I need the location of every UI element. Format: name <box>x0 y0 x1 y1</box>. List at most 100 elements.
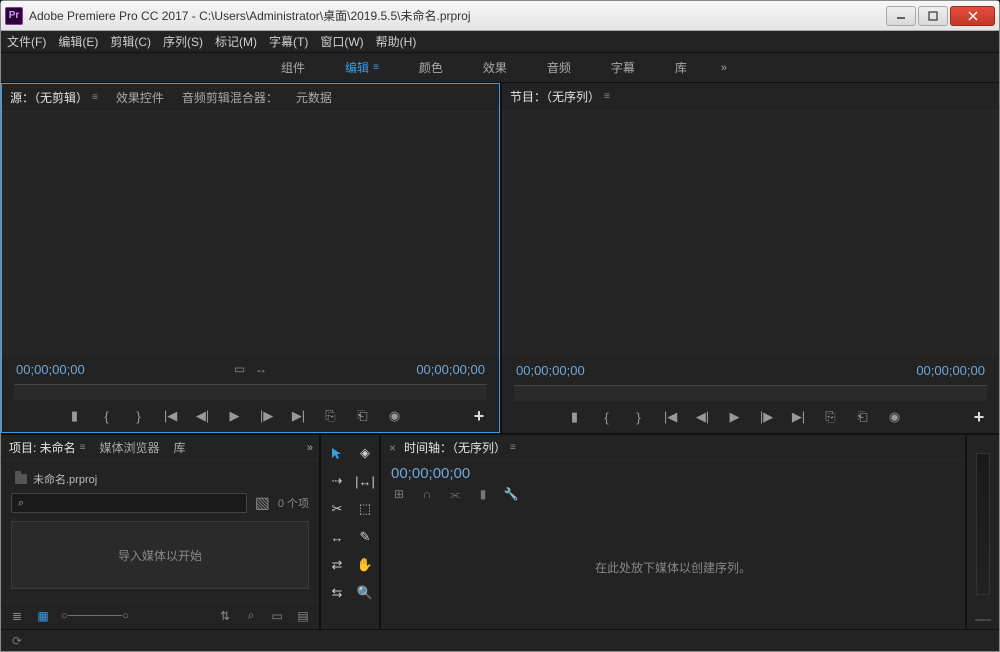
project-search-input[interactable] <box>11 493 247 513</box>
panel-menu-icon[interactable]: ≡ <box>510 442 516 453</box>
marker-tool-icon[interactable]: ▮ <box>475 486 491 502</box>
export-frame-icon[interactable]: ◉ <box>887 409 903 425</box>
sort-icon[interactable]: ⇅ <box>217 608 233 624</box>
tab-effect-controls[interactable]: 效果控件 <box>116 89 164 106</box>
step-fwd-icon[interactable]: |▶ <box>759 409 775 425</box>
snap-icon[interactable]: ∩ <box>419 486 435 502</box>
project-drop-area[interactable]: 导入媒体以开始 <box>11 521 309 589</box>
menu-clip[interactable]: 剪辑(C) <box>110 33 151 50</box>
menu-help[interactable]: 帮助(H) <box>376 33 417 50</box>
ws-subtitle[interactable]: 字幕 <box>605 55 641 80</box>
marker-icon[interactable]: ▮ <box>67 408 83 424</box>
panel-menu-icon[interactable]: ≡ <box>80 442 86 453</box>
rate-stretch-tool-icon[interactable]: ✂ <box>327 499 347 519</box>
menu-subtitle[interactable]: 字幕(T) <box>269 33 308 50</box>
select-zoom-icon[interactable]: ▭ <box>234 362 245 376</box>
in-point-icon[interactable]: { <box>99 408 115 424</box>
ws-editing[interactable]: 编辑≡ <box>339 55 385 80</box>
find-icon[interactable]: ⌕ <box>243 608 259 624</box>
ws-assembly[interactable]: 组件 <box>275 55 311 80</box>
icon-view-icon[interactable]: ▦ <box>35 608 51 624</box>
go-to-in-icon[interactable]: |◀ <box>663 409 679 425</box>
tab-program[interactable]: 节目：（无序列）≡ <box>510 88 610 105</box>
ws-color[interactable]: 颜色 <box>413 55 449 80</box>
overwrite-icon[interactable]: ⎗ <box>355 408 371 424</box>
out-point-icon[interactable]: } <box>631 409 647 425</box>
source-tc-left[interactable]: 00;00;00;00 <box>16 362 85 377</box>
menu-edit[interactable]: 编辑(E) <box>58 33 98 50</box>
rolling-edit-tool-icon[interactable]: |↔| <box>355 471 375 491</box>
menu-marker[interactable]: 标记(M) <box>215 33 257 50</box>
slip-tool-icon[interactable]: ↔ <box>327 527 347 547</box>
extract-icon[interactable]: ⎗ <box>855 409 871 425</box>
sync-icon[interactable]: ⟳ <box>9 633 25 649</box>
razor-tool-icon[interactable]: ⬚ <box>355 499 375 519</box>
selection-tool-icon[interactable] <box>327 443 347 463</box>
source-fit-controls[interactable]: ▭↔ <box>234 362 267 376</box>
step-back-icon[interactable]: ◀| <box>695 409 711 425</box>
ws-overflow-button[interactable]: » <box>721 62 725 74</box>
tab-project[interactable]: 项目: 未命名≡ <box>9 439 86 456</box>
program-tc-right[interactable]: 00;00;00;00 <box>916 363 985 378</box>
tab-audio-mixer[interactable]: 音频剪辑混合器： <box>182 89 278 106</box>
menu-file[interactable]: 文件(F) <box>7 33 46 50</box>
timeline-timecode[interactable]: 00;00;00;00 <box>391 465 955 482</box>
zoom-slider[interactable]: ○───────○ <box>61 610 129 622</box>
go-to-in-icon[interactable]: |◀ <box>163 408 179 424</box>
slide-tool-icon[interactable]: ⇄ <box>327 555 347 575</box>
pen-tool-icon[interactable]: ✎ <box>355 527 375 547</box>
maximize-button[interactable] <box>918 6 948 26</box>
play-icon[interactable]: ▶ <box>227 408 243 424</box>
tab-metadata[interactable]: 元数据 <box>296 89 332 106</box>
marker-icon[interactable]: ▮ <box>567 409 583 425</box>
ws-library[interactable]: 库 <box>669 55 693 80</box>
tab-media-browser[interactable]: 媒体浏览器 <box>100 439 160 456</box>
out-point-icon[interactable]: } <box>131 408 147 424</box>
new-bin-icon[interactable]: ▭ <box>269 608 285 624</box>
minimize-button[interactable] <box>886 6 916 26</box>
close-button[interactable] <box>950 6 995 26</box>
audio-meter[interactable] <box>976 453 990 595</box>
program-viewer[interactable] <box>502 111 999 355</box>
track-select-tool-icon[interactable]: ◈ <box>355 443 375 463</box>
fit-icon[interactable]: ↔ <box>255 362 267 376</box>
menu-sequence[interactable]: 序列(S) <box>163 33 203 50</box>
step-fwd-icon[interactable]: |▶ <box>259 408 275 424</box>
source-tc-right[interactable]: 00;00;00;00 <box>416 362 485 377</box>
export-frame-icon[interactable]: ◉ <box>387 408 403 424</box>
button-editor-icon[interactable]: + <box>971 409 987 425</box>
go-to-out-icon[interactable]: ▶| <box>791 409 807 425</box>
insert-icon[interactable]: ⎘ <box>323 408 339 424</box>
source-viewer[interactable] <box>2 112 499 354</box>
tabs-overflow-icon[interactable]: » <box>307 442 311 454</box>
filter-bin-icon[interactable]: ▧ <box>255 493 270 513</box>
go-to-out-icon[interactable]: ▶| <box>291 408 307 424</box>
timeline-drop-area[interactable]: 在此处放下媒体以创建序列。 <box>381 506 965 629</box>
ws-menu-icon[interactable]: ≡ <box>373 62 379 73</box>
type-tool-icon[interactable]: ⇆ <box>327 583 347 603</box>
source-ruler[interactable] <box>14 384 487 400</box>
list-view-icon[interactable]: ≣ <box>9 608 25 624</box>
settings-wrench-icon[interactable]: 🔧 <box>503 486 519 502</box>
step-back-icon[interactable]: ◀| <box>195 408 211 424</box>
in-point-icon[interactable]: { <box>599 409 615 425</box>
program-ruler[interactable] <box>514 385 987 401</box>
tab-timeline[interactable]: 时间轴：（无序列）≡ <box>404 439 516 456</box>
menu-window[interactable]: 窗口(W) <box>320 33 363 50</box>
panel-menu-icon[interactable]: ≡ <box>92 92 98 103</box>
meter-handle-icon[interactable]: — <box>975 611 991 629</box>
new-item-icon[interactable]: ▤ <box>295 608 311 624</box>
panel-menu-icon[interactable]: ≡ <box>604 91 610 102</box>
ripple-edit-tool-icon[interactable]: ⇢ <box>327 471 347 491</box>
linked-selection-icon[interactable]: ⫘ <box>447 486 463 502</box>
play-icon[interactable]: ▶ <box>727 409 743 425</box>
tab-libraries[interactable]: 库 <box>174 439 186 456</box>
lift-icon[interactable]: ⎘ <box>823 409 839 425</box>
hand-tool-icon[interactable]: ✋ <box>355 555 375 575</box>
button-editor-icon[interactable]: + <box>471 408 487 424</box>
zoom-tool-icon[interactable]: 🔍 <box>355 583 375 603</box>
ws-audio[interactable]: 音频 <box>541 55 577 80</box>
tab-source[interactable]: 源：（无剪辑）≡ <box>10 89 98 106</box>
ws-effects[interactable]: 效果 <box>477 55 513 80</box>
nest-icon[interactable]: ⊞ <box>391 486 407 502</box>
